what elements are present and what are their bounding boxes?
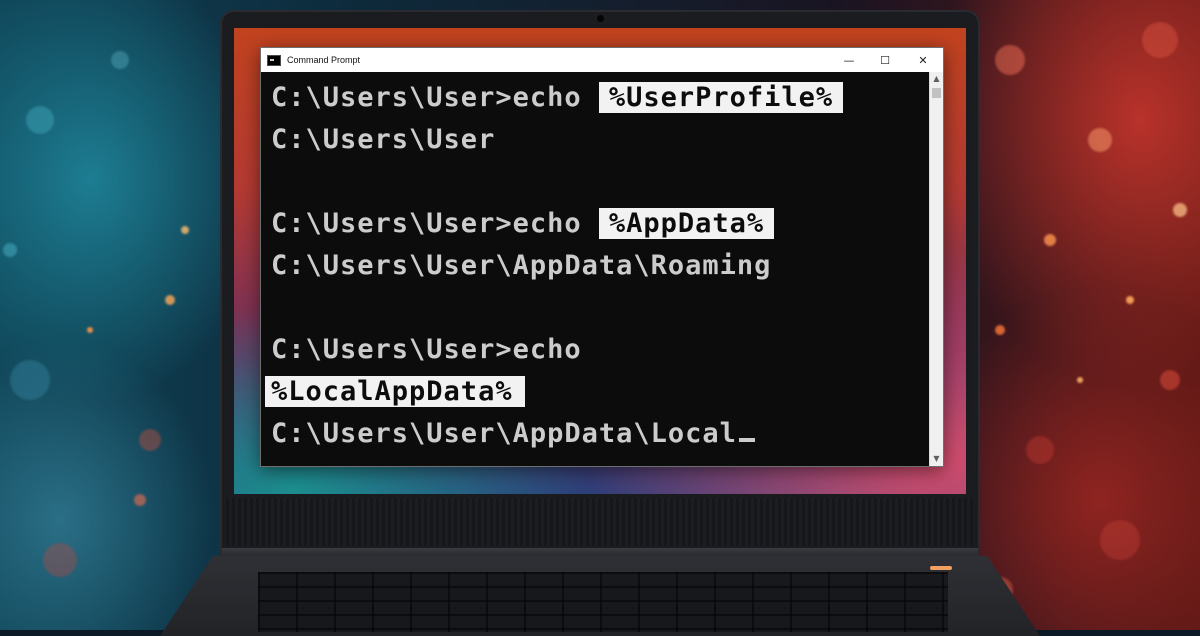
highlighted-command: %UserProfile%	[598, 82, 844, 113]
vertical-scrollbar[interactable]: ▲ ▼	[929, 72, 943, 466]
terminal-line: C:\Users\User\AppData\Local	[271, 414, 755, 454]
bokeh-dot	[10, 360, 50, 400]
terminal-line: C:\Users\User>echo %AppData%	[271, 204, 775, 244]
terminal-output[interactable]: C:\Users\User>echo %UserProfile% C:\User…	[261, 72, 929, 466]
terminal-line: %LocalAppData%	[265, 372, 525, 412]
bokeh-dot	[1100, 520, 1140, 560]
bokeh-dot	[165, 295, 175, 305]
bokeh-dot	[1044, 234, 1056, 246]
keyboard	[258, 572, 948, 632]
terminal-line: C:\Users\User>echo %UserProfile%	[271, 78, 844, 118]
highlighted-command: %AppData%	[598, 208, 775, 239]
title-bar[interactable]: Command Prompt — ☐ ✕	[261, 48, 943, 72]
terminal-line: C:\Users\User	[271, 120, 495, 160]
scrollbar-thumb[interactable]	[932, 88, 941, 98]
scroll-up-arrow-icon[interactable]: ▲	[930, 72, 943, 86]
text-cursor	[738, 438, 755, 442]
window-title: Command Prompt	[287, 55, 361, 65]
bokeh-dot	[1088, 128, 1112, 152]
command-prompt-window[interactable]: Command Prompt — ☐ ✕ C:\Users\User>echo …	[260, 47, 944, 467]
output-text: C:\Users\User	[271, 124, 496, 155]
bokeh-dot	[111, 51, 129, 69]
bokeh-dot	[995, 45, 1025, 75]
webcam	[597, 15, 604, 22]
prompt-text: C:\Users\User>echo	[271, 334, 582, 365]
output-text: C:\Users\User\AppData\Roaming	[271, 250, 772, 281]
bokeh-dot	[1160, 370, 1180, 390]
bokeh-dot	[995, 325, 1005, 335]
bokeh-dot	[134, 494, 146, 506]
highlighted-command: %LocalAppData%	[265, 376, 525, 407]
bokeh-dot	[87, 327, 93, 333]
speaker-grille	[226, 498, 974, 546]
bokeh-dot	[1126, 296, 1134, 304]
bokeh-dot	[3, 243, 17, 257]
bokeh-dot	[1077, 377, 1083, 383]
terminal-line: C:\Users\User>echo	[271, 330, 582, 370]
prompt-text: C:\Users\User>echo	[271, 208, 599, 239]
bokeh-dot	[139, 429, 161, 451]
bokeh-dot	[181, 226, 189, 234]
minimize-button[interactable]: —	[831, 48, 867, 72]
bokeh-dot	[1173, 203, 1187, 217]
close-button[interactable]: ✕	[905, 48, 941, 72]
bokeh-dot	[43, 543, 77, 577]
output-text: C:\Users\User\AppData\Local	[271, 418, 737, 449]
terminal-line: C:\Users\User\AppData\Roaming	[271, 246, 771, 286]
bokeh-dot	[26, 106, 54, 134]
maximize-button[interactable]: ☐	[867, 48, 903, 72]
scroll-down-arrow-icon[interactable]: ▼	[930, 452, 943, 466]
prompt-text: C:\Users\User>echo	[271, 82, 599, 113]
bokeh-dot	[1142, 22, 1178, 58]
bokeh-dot	[1026, 436, 1054, 464]
status-led	[930, 566, 952, 570]
cmd-icon	[267, 54, 281, 66]
